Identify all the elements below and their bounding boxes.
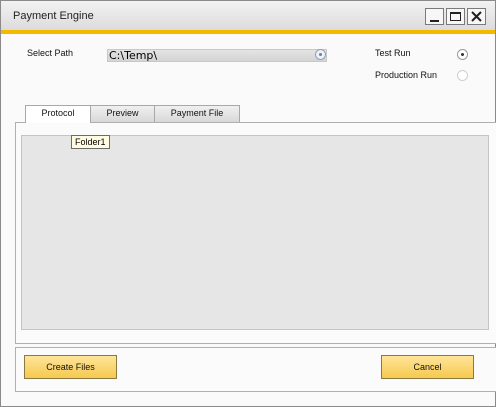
- tab-protocol[interactable]: Protocol: [25, 105, 91, 123]
- browse-icon[interactable]: [315, 49, 326, 60]
- select-path-field[interactable]: C:\Temp\: [107, 49, 327, 62]
- cancel-button[interactable]: Cancel: [381, 355, 474, 379]
- select-path-value: C:\Temp\: [109, 49, 158, 62]
- protocol-content-area[interactable]: [21, 135, 489, 330]
- maximize-button[interactable]: [446, 8, 465, 25]
- test-run-label: Test Run: [375, 48, 411, 58]
- minimize-icon: [430, 20, 439, 22]
- create-files-button[interactable]: Create Files: [24, 355, 117, 379]
- tab-payment-file[interactable]: Payment File: [154, 105, 240, 122]
- production-run-label: Production Run: [375, 70, 438, 80]
- minimize-button[interactable]: [425, 8, 444, 25]
- production-run-radio[interactable]: [457, 70, 468, 81]
- close-icon: [471, 11, 482, 22]
- maximize-icon: [450, 12, 461, 21]
- tab-preview[interactable]: Preview: [90, 105, 155, 122]
- test-run-radio[interactable]: [457, 49, 468, 60]
- title-bar[interactable]: Payment Engine: [1, 1, 495, 30]
- select-path-label: Select Path: [27, 48, 74, 58]
- title-accent-bar: [1, 30, 495, 34]
- folder-tooltip: Folder1: [71, 135, 110, 149]
- window-title: Payment Engine: [13, 10, 94, 22]
- close-button[interactable]: [467, 8, 486, 25]
- payment-engine-window: Payment Engine Select Path C:\Temp\ Test…: [0, 0, 496, 407]
